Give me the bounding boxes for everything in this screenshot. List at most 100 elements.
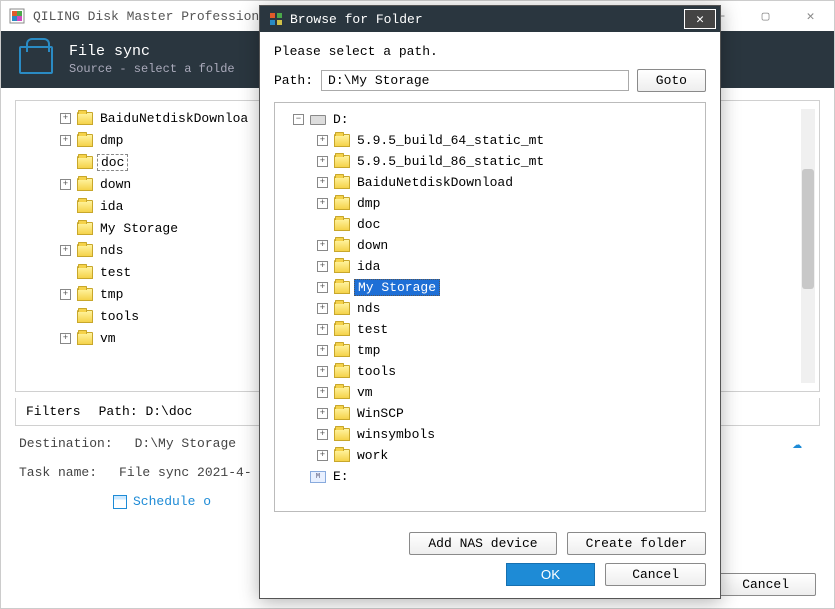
expander-icon[interactable]: + [317,345,328,356]
disk-icon [310,115,326,125]
tree-item-label: tools [97,309,142,324]
add-nas-button[interactable]: Add NAS device [409,532,556,555]
folder-node[interactable]: +ida [277,256,703,277]
drive-node[interactable]: ME: [277,466,703,487]
folder-label: down [354,238,391,253]
expander-icon[interactable]: + [317,303,328,314]
expander-icon[interactable]: + [317,240,328,251]
expander-icon[interactable]: − [293,114,304,125]
folder-label: tools [354,364,399,379]
folder-node[interactable]: +tmp [277,340,703,361]
page-subtitle: Source - select a folde [69,62,235,76]
main-cancel-button[interactable]: Cancel [715,573,816,596]
destination-value: D:\My Storage [135,436,236,451]
folder-node[interactable]: + tools [277,361,703,382]
folder-icon [77,200,93,213]
expander-icon[interactable]: + [60,245,71,256]
dialog-title: Browse for Folder [290,12,684,27]
filters-button[interactable]: Filters [26,404,81,419]
drive-node[interactable]: − D: [277,109,703,130]
folder-icon [334,302,350,315]
folder-icon [334,134,350,147]
cloud-icon[interactable]: ☁ [792,433,802,453]
folder-node[interactable]: doc [277,214,703,235]
folder-node[interactable]: +5.9.5_build_64_static_mt [277,130,703,151]
drive-label: D: [330,112,352,127]
folder-icon [334,197,350,210]
folder-icon [77,112,93,125]
expander-icon[interactable]: + [317,429,328,440]
expander-icon[interactable]: + [317,198,328,209]
folder-tree-panel[interactable]: −D:+5.9.5_build_64_static_mt+5.9.5_build… [274,102,706,512]
folder-icon [334,407,350,420]
expander-icon[interactable]: + [60,135,71,146]
expander-icon[interactable]: + [60,179,71,190]
folder-label: winsymbols [354,427,438,442]
dialog-title-bar: Browse for Folder ✕ [260,6,720,32]
close-button[interactable]: ✕ [788,2,833,30]
folder-label: WinSCP [354,406,407,421]
folder-icon [77,332,93,345]
folder-label: vm [354,385,376,400]
scrollbar[interactable] [801,109,815,383]
folder-icon [334,428,350,441]
create-folder-button[interactable]: Create folder [567,532,706,555]
folder-icon [77,178,93,191]
expander-icon[interactable]: + [60,289,71,300]
expander-icon[interactable]: + [60,113,71,124]
taskname-value: File sync 2021-4- [119,465,252,480]
folder-node[interactable]: +nds [277,298,703,319]
folder-icon [77,310,93,323]
folder-node[interactable]: +My Storage [277,277,703,298]
folder-node[interactable]: + down [277,235,703,256]
app-logo-icon [9,8,25,24]
expander-icon[interactable]: + [317,408,328,419]
expander-icon[interactable]: + [60,333,71,344]
tree-item-label: nds [97,243,126,258]
folder-node[interactable]: + dmp [277,193,703,214]
folder-icon [334,386,350,399]
dialog-cancel-button[interactable]: Cancel [605,563,706,586]
expander-icon[interactable]: + [317,387,328,398]
ok-button[interactable]: OK [506,563,595,586]
folder-node[interactable]: +BaiduNetdiskDownload [277,172,703,193]
folder-node[interactable]: + vm [277,382,703,403]
expander-icon[interactable]: + [317,366,328,377]
expander-icon[interactable]: + [317,261,328,272]
expander-icon[interactable]: + [317,324,328,335]
folder-icon [334,449,350,462]
destination-label: Destination: [19,436,113,451]
path-display: Path: D:\doc [99,404,193,419]
folder-node[interactable]: + WinSCP [277,403,703,424]
expander-icon[interactable]: + [317,156,328,167]
folder-icon [334,365,350,378]
folder-label: dmp [354,196,383,211]
maximize-button[interactable]: ▢ [743,2,788,30]
dialog-close-button[interactable]: ✕ [684,9,716,29]
folder-icon [77,222,93,235]
folder-node[interactable]: + winsymbols [277,424,703,445]
expander-icon[interactable]: + [317,135,328,146]
dialog-icon [268,11,284,27]
folder-label: 5.9.5_build_64_static_mt [354,133,547,148]
tree-item-label: test [97,265,134,280]
tree-item-label: doc [97,154,128,171]
expander-icon[interactable]: + [317,282,328,293]
folder-icon [334,239,350,252]
page-title: File sync [69,43,235,60]
expander-icon[interactable]: + [317,177,328,188]
folder-label: test [354,322,391,337]
goto-button[interactable]: Goto [637,69,706,92]
calendar-icon [113,495,127,509]
folder-node[interactable]: + test [277,319,703,340]
folder-node[interactable]: +work [277,445,703,466]
folder-icon [77,134,93,147]
folder-icon [334,218,350,231]
expander-icon[interactable]: + [317,450,328,461]
dialog-path-input[interactable] [321,70,629,91]
folder-icon [334,260,350,273]
folder-icon [334,155,350,168]
taskname-label: Task name: [19,465,97,480]
folder-icon [77,288,93,301]
folder-node[interactable]: +5.9.5_build_86_static_mt [277,151,703,172]
